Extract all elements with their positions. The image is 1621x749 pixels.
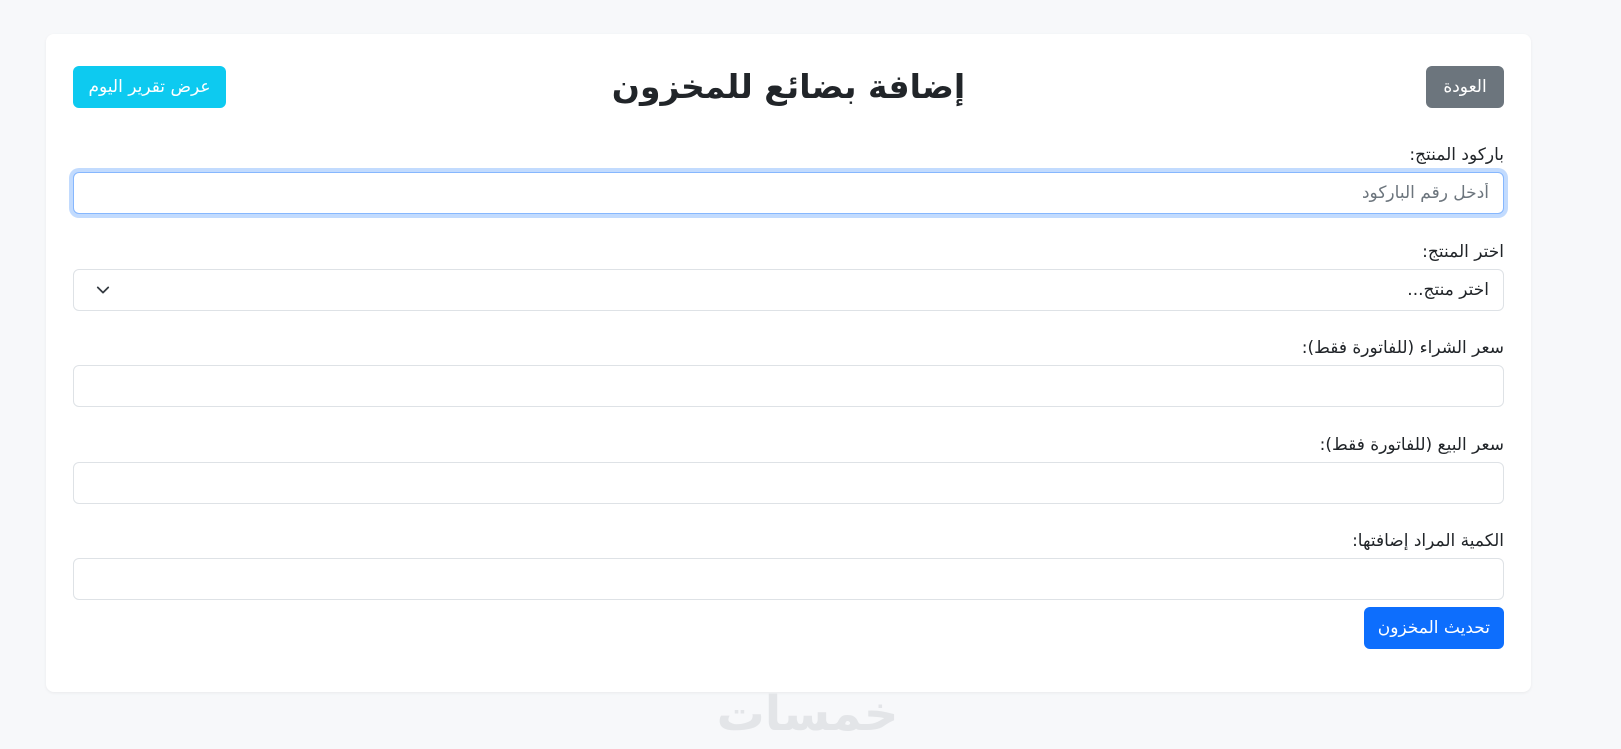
purchase-price-group: سعر الشراء (للفاتورة فقط): <box>73 335 1504 432</box>
product-label: اختر المنتج: <box>1422 241 1504 262</box>
product-select-value: اختر منتج... <box>1407 279 1489 300</box>
add-stock-form: باركود المنتج: اختر المنتج: اختر منتج...… <box>73 142 1504 649</box>
page-title: إضافة بضائع للمخزون <box>611 67 966 106</box>
watermark-logo: خمسات <box>0 685 1621 743</box>
inventory-card: العودة إضافة بضائع للمخزون عرض تقرير الي… <box>46 34 1531 692</box>
chevron-down-icon <box>96 286 110 293</box>
barcode-label: باركود المنتج: <box>1409 145 1504 165</box>
purchase-price-input[interactable] <box>73 365 1504 407</box>
sale-price-group: سعر البيع (للفاتورة فقط): <box>73 432 1504 529</box>
daily-report-button[interactable]: عرض تقرير اليوم <box>73 66 226 108</box>
barcode-input[interactable] <box>73 172 1504 214</box>
barcode-group: باركود المنتج: <box>73 142 1504 239</box>
submit-row: تحديث المخزون <box>73 606 1504 649</box>
product-group: اختر المنتج: اختر منتج... <box>73 239 1504 336</box>
purchase-price-label: سعر الشراء (للفاتورة فقط): <box>1301 338 1504 358</box>
product-select[interactable]: اختر منتج... <box>73 268 1504 311</box>
quantity-label: الكمية المراد إضافتها: <box>1352 531 1504 551</box>
update-stock-button[interactable]: تحديث المخزون <box>1364 606 1504 649</box>
watermark-text: خمسات <box>716 686 899 742</box>
quantity-input[interactable] <box>73 558 1504 600</box>
sale-price-input[interactable] <box>73 461 1504 504</box>
sale-price-label: سعر البيع (للفاتورة فقط): <box>1319 434 1504 455</box>
page-header: العودة إضافة بضائع للمخزون عرض تقرير الي… <box>73 66 1504 108</box>
